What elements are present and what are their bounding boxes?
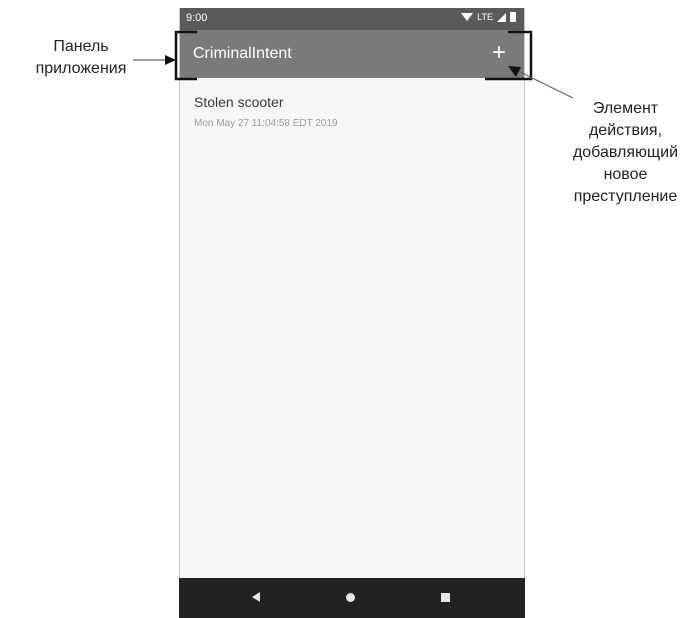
crime-title: Stolen scooter (194, 94, 284, 110)
status-icons: LTE (461, 12, 516, 22)
navigation-bar (179, 578, 525, 618)
action-annotation-line: преступление (573, 188, 678, 205)
crime-date: Mon May 27 11:04:58 EDT 2019 (194, 118, 338, 129)
home-icon[interactable] (346, 593, 355, 602)
app-bar: CriminalIntent + (180, 30, 524, 78)
app-bar-annotation: Панель приложения (16, 36, 146, 80)
app-bar-annotation-line: Панель (53, 38, 109, 55)
add-crime-button[interactable]: + (484, 38, 514, 68)
phone-screen: 9:00 LTE CriminalIntent + Stolen scooter… (179, 8, 525, 618)
back-icon[interactable] (252, 592, 260, 602)
action-annotation-line: действия, (588, 122, 663, 139)
crime-list: Stolen scooter Mon May 27 11:04:58 EDT 2… (180, 78, 524, 137)
recents-icon[interactable] (441, 593, 450, 602)
list-item[interactable]: Stolen scooter Mon May 27 11:04:58 EDT 2… (180, 78, 524, 137)
wifi-icon (461, 13, 474, 21)
action-annotation-line: новое (603, 166, 648, 183)
network-type: LTE (477, 12, 493, 22)
action-arrow-line (517, 70, 574, 99)
signal-icon (497, 12, 506, 22)
app-bar-arrow-head (165, 55, 176, 65)
status-time: 9:00 (186, 12, 208, 24)
app-title: CriminalIntent (193, 45, 292, 62)
app-bar-annotation-line: приложения (35, 60, 127, 77)
status-bar: 9:00 LTE (180, 8, 524, 30)
battery-icon (510, 12, 516, 22)
figure: 9:00 LTE CriminalIntent + Stolen scooter… (0, 0, 691, 618)
action-annotation-line: добавляющий (572, 144, 679, 161)
action-annotation-line: Элемент (592, 100, 659, 117)
action-item-annotation: Элемент действия, добавляющий новое прес… (560, 98, 691, 208)
